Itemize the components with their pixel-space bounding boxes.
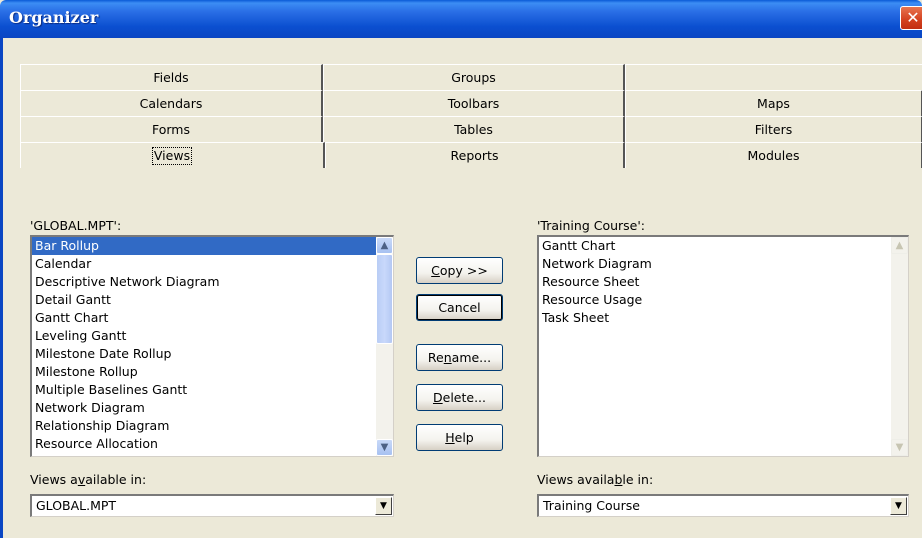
tab-reports[interactable]: Reports	[325, 142, 625, 168]
scroll-up-icon[interactable]: ▲	[376, 237, 393, 254]
copy-label: opy >>	[439, 263, 488, 278]
right-list-label: 'Training Course':	[537, 218, 646, 233]
tab-maps[interactable]: Maps	[625, 90, 922, 116]
right-available-post: le in:	[622, 472, 654, 487]
right-available-label: Views available in:	[537, 472, 653, 487]
title-bar: Organizer ✕	[0, 0, 922, 38]
tab-tables[interactable]: Tables	[323, 116, 625, 142]
left-available-post: ailable in:	[85, 472, 147, 487]
list-item[interactable]: Milestone Date Rollup	[32, 345, 393, 363]
copy-button[interactable]: Copy >>	[416, 257, 503, 284]
right-scrollbar: ▲ ▼	[891, 237, 908, 456]
chevron-down-icon[interactable]: ▼	[890, 497, 907, 515]
list-item[interactable]: Gantt Chart	[32, 309, 393, 327]
list-item[interactable]: Network Diagram	[539, 255, 908, 273]
tab-empty	[625, 64, 922, 90]
rename-label-pre: Re	[427, 350, 444, 365]
list-item[interactable]: Multiple Baselines Gantt	[32, 381, 393, 399]
list-item[interactable]: Gantt Chart	[539, 237, 908, 255]
scroll-down-icon[interactable]: ▼	[376, 439, 393, 456]
list-item[interactable]: Descriptive Network Diagram	[32, 273, 393, 291]
left-available-select[interactable]: GLOBAL.MPT ▼	[30, 494, 394, 517]
copy-mnemonic: C	[431, 263, 440, 278]
tab-toolbars[interactable]: Toolbars	[323, 90, 625, 116]
tab-label: Calendars	[139, 96, 203, 111]
scroll-down-icon: ▼	[891, 439, 908, 456]
close-icon[interactable]: ✕	[900, 6, 922, 30]
window-title: Organizer	[9, 8, 99, 27]
right-available-select[interactable]: Training Course ▼	[537, 494, 909, 517]
left-available-value: GLOBAL.MPT	[36, 498, 117, 513]
tab-forms[interactable]: Forms	[20, 116, 323, 142]
left-list-items: Bar Rollup Calendar Descriptive Network Di…	[32, 237, 393, 453]
list-item[interactable]: Resource Sheet	[539, 273, 908, 291]
list-item[interactable]: Detail Gantt	[32, 291, 393, 309]
delete-label: elete...	[442, 390, 486, 405]
tab-filters[interactable]: Filters	[625, 116, 922, 142]
cancel-button[interactable]: Cancel	[416, 294, 503, 321]
tab-groups[interactable]: Groups	[323, 64, 625, 90]
left-scrollbar[interactable]: ▲ ▼	[376, 237, 393, 456]
right-list[interactable]: Gantt Chart Network Diagram Resource Sheet…	[537, 235, 909, 457]
tab-label: Reports	[450, 148, 499, 163]
list-item[interactable]: Resource Usage	[539, 291, 908, 309]
list-item[interactable]: Leveling Gantt	[32, 327, 393, 345]
tab-label: Tables	[454, 122, 493, 137]
list-item[interactable]: Bar Rollup	[32, 237, 393, 255]
cancel-label: Cancel	[438, 300, 481, 315]
tab-label: Forms	[151, 122, 190, 137]
right-list-items: Gantt Chart Network Diagram Resource Sheet…	[539, 237, 908, 327]
tab-label: Maps	[757, 96, 790, 111]
left-available-pre: Views a	[30, 472, 78, 487]
rename-mnemonic: n	[443, 350, 452, 365]
dialog-body: Fields Groups Calendars Toolbars Maps Fo…	[0, 38, 922, 538]
tab-label: Views	[151, 147, 193, 165]
scroll-thumb[interactable]	[376, 254, 393, 344]
tab-label: Groups	[451, 70, 496, 85]
delete-button[interactable]: Delete...	[416, 384, 503, 411]
list-item[interactable]: Relationship Diagram	[32, 417, 393, 435]
tab-label: Fields	[153, 70, 189, 85]
right-available-pre: Views availa	[537, 472, 615, 487]
left-available-label: Views available in:	[30, 472, 146, 487]
tab-modules[interactable]: Modules	[625, 142, 922, 168]
scroll-up-icon: ▲	[891, 237, 908, 254]
tab-views[interactable]: Views	[20, 142, 325, 168]
rename-label: ame...	[451, 350, 492, 365]
list-item[interactable]: Task Sheet	[539, 309, 908, 327]
list-item[interactable]: Calendar	[32, 255, 393, 273]
list-item[interactable]: Milestone Rollup	[32, 363, 393, 381]
tab-calendars[interactable]: Calendars	[20, 90, 323, 116]
rename-button[interactable]: Rename...	[416, 344, 503, 371]
list-item[interactable]: Resource Allocation	[32, 435, 393, 453]
delete-mnemonic: D	[432, 390, 443, 405]
tab-fields[interactable]: Fields	[20, 64, 323, 90]
help-label: elp	[454, 430, 474, 445]
tab-label: Modules	[747, 148, 800, 163]
chevron-down-icon[interactable]: ▼	[375, 497, 392, 515]
help-button[interactable]: Help	[416, 424, 503, 451]
help-mnemonic: H	[445, 430, 455, 445]
left-list[interactable]: Bar Rollup Calendar Descriptive Network Di…	[30, 235, 394, 457]
list-item[interactable]: Network Diagram	[32, 399, 393, 417]
tab-label: Toolbars	[447, 96, 500, 111]
tab-label: Filters	[754, 122, 793, 137]
left-list-label: 'GLOBAL.MPT':	[30, 218, 122, 233]
right-available-value: Training Course	[543, 498, 640, 513]
